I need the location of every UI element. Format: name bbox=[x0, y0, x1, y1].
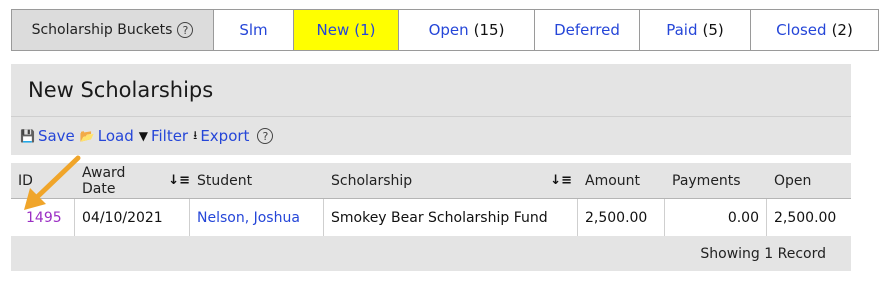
tab-slm[interactable]: Slm bbox=[214, 10, 294, 50]
cell-scholarship: Smokey Bear Scholarship Fund bbox=[324, 199, 578, 236]
save-button[interactable]: 💾 Save bbox=[20, 127, 75, 145]
help-icon[interactable]: ? bbox=[177, 22, 194, 38]
column-header-amount[interactable]: Amount bbox=[578, 163, 665, 198]
sort-descending-icon[interactable]: ↓≡ bbox=[168, 173, 190, 188]
column-header-award-date[interactable]: Award Date ↓≡ bbox=[75, 163, 190, 198]
student-link[interactable]: Nelson, Joshua bbox=[197, 210, 300, 226]
page-title: New Scholarships bbox=[28, 78, 214, 102]
column-header-payments[interactable]: Payments bbox=[665, 163, 767, 198]
load-button[interactable]: 📂 Load bbox=[80, 127, 134, 145]
cell-payments: 0.00 bbox=[665, 199, 767, 236]
column-header-open[interactable]: Open bbox=[767, 163, 851, 198]
sort-ascending-icon[interactable]: ↓≡ bbox=[550, 173, 572, 188]
cell-student[interactable]: Nelson, Joshua bbox=[190, 199, 324, 236]
cell-award-date: 04/10/2021 bbox=[75, 199, 190, 236]
buckets-label: Scholarship Buckets ? bbox=[12, 10, 214, 50]
cell-amount: 2,500.00 bbox=[578, 199, 665, 236]
column-header-student[interactable]: Student bbox=[190, 163, 324, 198]
tab-paid[interactable]: Paid (5) bbox=[640, 10, 751, 50]
floppy-disk-icon: 💾 bbox=[20, 129, 35, 143]
filter-button[interactable]: ▼ Filter bbox=[139, 127, 188, 145]
export-button[interactable]: ⭳ Export bbox=[193, 126, 249, 147]
scholarship-buckets-bar: Scholarship Buckets ? Slm New (1) Open (… bbox=[11, 9, 879, 51]
scholarships-panel: New Scholarships 💾 Save 📂 Load ▼ Filter … bbox=[11, 64, 851, 271]
filter-icon: ▼ bbox=[138, 129, 148, 143]
annotation-arrow-icon bbox=[24, 155, 81, 210]
help-icon[interactable]: ? bbox=[257, 128, 274, 144]
tab-deferred[interactable]: Deferred bbox=[535, 10, 640, 50]
tab-new[interactable]: New (1) bbox=[294, 10, 399, 50]
table-row[interactable]: 1495 04/10/2021 Nelson, Joshua Smokey Be… bbox=[11, 199, 851, 236]
column-header-scholarship[interactable]: Scholarship ↓≡ bbox=[324, 163, 578, 198]
toolbar-divider bbox=[11, 155, 851, 163]
title-divider bbox=[11, 116, 851, 117]
record-count: Showing 1 Record bbox=[700, 246, 826, 262]
toolbar: 💾 Save 📂 Load ▼ Filter ⭳ Export ? bbox=[20, 126, 274, 147]
export-icon: ⭳ bbox=[193, 127, 198, 142]
folder-open-icon: 📂 bbox=[79, 129, 95, 143]
table-header: ID Award Date ↓≡ Student Scholarship ↓≡ … bbox=[11, 163, 851, 199]
tab-open[interactable]: Open (15) bbox=[399, 10, 535, 50]
tab-closed[interactable]: Closed (2) bbox=[751, 10, 878, 50]
cell-open: 2,500.00 bbox=[774, 209, 837, 226]
